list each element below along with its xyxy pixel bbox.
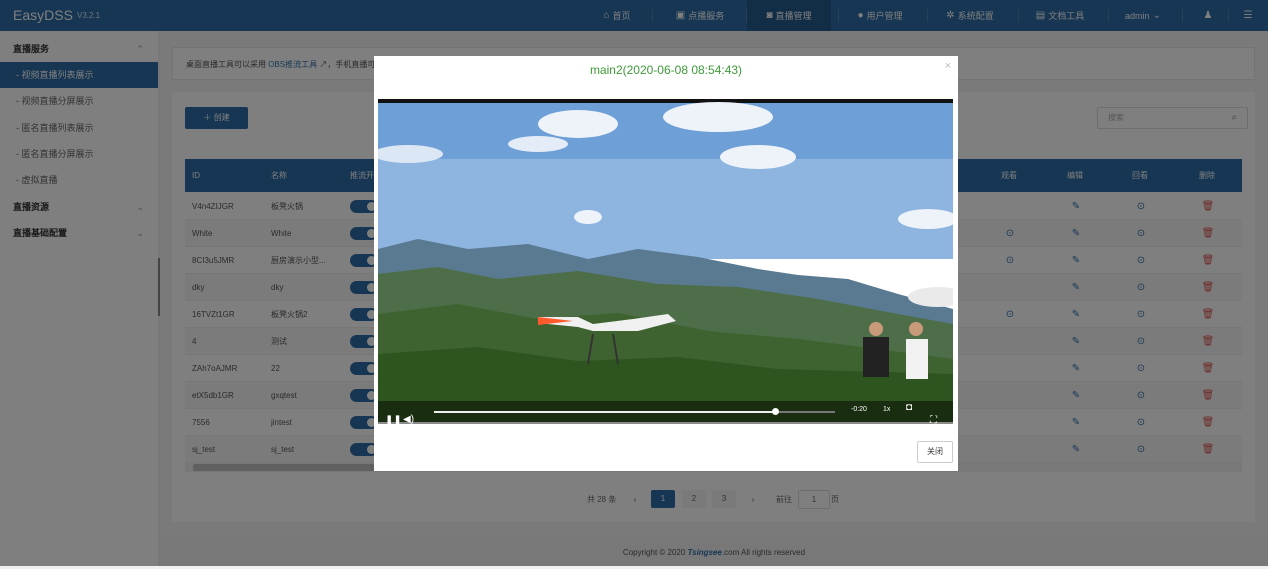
camera-icon[interactable]: ◘ xyxy=(906,402,912,413)
progress-bar[interactable] xyxy=(434,408,835,415)
volume-icon[interactable]: ◀) xyxy=(403,414,414,425)
progress-knob[interactable] xyxy=(771,408,779,415)
video-modal: main2(2020-06-08 08:54:43) × -0:20 1x ◘ … xyxy=(374,56,958,471)
fullscreen-icon[interactable]: ⛶ xyxy=(930,415,937,426)
pause-icon[interactable]: ❚❚ xyxy=(385,415,402,426)
close-icon[interactable]: × xyxy=(945,60,951,72)
modal-title: main2(2020-06-08 08:54:43) xyxy=(589,63,743,77)
modal-close-button[interactable]: 关闭 xyxy=(917,441,953,463)
time-remaining: -0:20 xyxy=(851,406,867,413)
playback-rate[interactable]: 1x xyxy=(883,406,890,413)
progress-fill xyxy=(434,411,775,413)
video-frame xyxy=(378,99,953,422)
